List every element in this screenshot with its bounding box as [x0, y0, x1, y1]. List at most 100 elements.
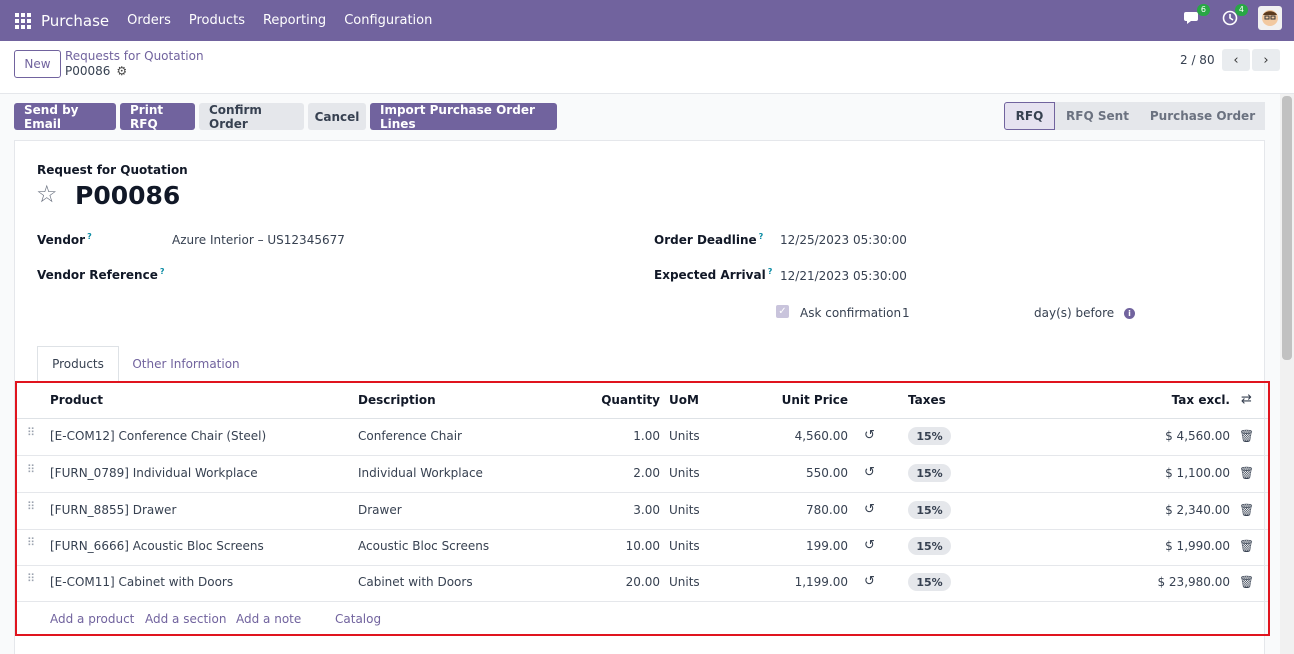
order-lines-table: Product Description Quantity UoM Unit Pr… [15, 381, 1270, 636]
tax-badge[interactable]: 15% [908, 464, 951, 482]
send-by-email-button[interactable]: Send by Email [14, 103, 116, 131]
user-avatar-icon[interactable] [1258, 6, 1282, 30]
drag-handle-icon[interactable]: ⠿ [27, 501, 35, 512]
menu-configuration[interactable]: Configuration [344, 13, 432, 28]
apps-menu-icon[interactable] [15, 12, 31, 29]
row-unit-price[interactable]: 1,199.00 [757, 575, 848, 589]
pager-value[interactable]: 2 / 80 [1180, 53, 1215, 67]
import-lines-button[interactable]: Import Purchase Order Lines [370, 103, 557, 131]
confirm-order-button[interactable]: Confirm Order [199, 103, 304, 131]
row-product[interactable]: [E-COM11] Cabinet with Doors [50, 575, 233, 589]
table-row[interactable]: ⠿ [FURN_8855] Drawer Drawer 3.00 Units 7… [17, 493, 1268, 530]
row-description[interactable]: Drawer [358, 503, 402, 517]
add-product-link[interactable]: Add a product [50, 612, 134, 626]
menu-products[interactable]: Products [189, 13, 245, 28]
row-uom[interactable]: Units [669, 466, 700, 480]
tax-badge[interactable]: 15% [908, 427, 951, 445]
reset-price-icon[interactable]: ↺ [864, 428, 875, 443]
stage-rfq[interactable]: RFQ [1004, 102, 1055, 130]
row-unit-price[interactable]: 780.00 [757, 503, 848, 517]
print-rfq-button[interactable]: Print RFQ [120, 103, 195, 131]
drag-handle-icon[interactable]: ⠿ [27, 537, 35, 548]
header-tax-excl[interactable]: Tax excl. [1117, 393, 1230, 407]
tax-badge[interactable]: 15% [908, 537, 951, 555]
trash-icon[interactable]: 🗑 [1239, 539, 1254, 553]
vendor-field[interactable]: Azure Interior – US12345677 [172, 233, 345, 247]
tab-other-information[interactable]: Other Information [124, 346, 248, 382]
scrollbar-thumb[interactable] [1282, 96, 1292, 360]
catalog-link[interactable]: Catalog [335, 612, 381, 626]
row-quantity[interactable]: 1.00 [577, 429, 660, 443]
row-product[interactable]: [FURN_6666] Acoustic Bloc Screens [50, 539, 264, 553]
row-quantity[interactable]: 3.00 [577, 503, 660, 517]
add-note-link[interactable]: Add a note [236, 612, 301, 626]
ask-confirmation-checkbox[interactable]: ✓ [776, 305, 789, 318]
row-unit-price[interactable]: 4,560.00 [757, 429, 848, 443]
header-description[interactable]: Description [358, 393, 436, 407]
stage-rfq-sent[interactable]: RFQ Sent [1055, 102, 1140, 130]
row-unit-price[interactable]: 199.00 [757, 539, 848, 553]
pager-next-button[interactable]: › [1252, 49, 1280, 71]
activities-icon[interactable]: 4 [1220, 4, 1248, 28]
trash-icon[interactable]: 🗑 [1239, 429, 1254, 443]
info-icon[interactable]: i [1124, 308, 1135, 319]
row-product[interactable]: [E-COM12] Conference Chair (Steel) [50, 429, 266, 443]
star-icon[interactable]: ☆ [36, 181, 58, 207]
chevron-left-icon: ‹ [1233, 52, 1239, 68]
cancel-button[interactable]: Cancel [308, 103, 366, 130]
table-row[interactable]: ⠿ [E-COM12] Conference Chair (Steel) Con… [17, 419, 1268, 456]
tab-products[interactable]: Products [37, 346, 119, 382]
row-description[interactable]: Acoustic Bloc Screens [358, 539, 489, 553]
header-unit-price[interactable]: Unit Price [757, 393, 848, 407]
status-bar: RFQ RFQ Sent Purchase Order [1004, 102, 1265, 130]
reset-price-icon[interactable]: ↺ [864, 465, 875, 480]
gear-icon[interactable]: ⚙ [116, 64, 127, 78]
expected-arrival-field[interactable]: 12/21/2023 05:30:00 [780, 269, 907, 283]
optional-columns-icon[interactable]: ⇄ [1241, 392, 1252, 407]
row-uom[interactable]: Units [669, 503, 700, 517]
messages-icon[interactable]: 6 [1182, 4, 1210, 28]
menu-reporting[interactable]: Reporting [263, 13, 326, 28]
tax-badge[interactable]: 15% [908, 501, 951, 519]
row-uom[interactable]: Units [669, 539, 700, 553]
row-description[interactable]: Conference Chair [358, 429, 462, 443]
row-quantity[interactable]: 2.00 [577, 466, 660, 480]
header-uom[interactable]: UoM [669, 393, 699, 407]
reset-price-icon[interactable]: ↺ [864, 538, 875, 553]
pager-previous-button[interactable]: ‹ [1222, 49, 1250, 71]
row-product[interactable]: [FURN_0789] Individual Workplace [50, 466, 258, 480]
reset-price-icon[interactable]: ↺ [864, 574, 875, 589]
add-section-link[interactable]: Add a section [145, 612, 226, 626]
table-row[interactable]: ⠿ [E-COM11] Cabinet with Doors Cabinet w… [17, 565, 1268, 602]
drag-handle-icon[interactable]: ⠿ [27, 427, 35, 438]
drag-handle-icon[interactable]: ⠿ [27, 464, 35, 475]
trash-icon[interactable]: 🗑 [1239, 503, 1254, 517]
trash-icon[interactable]: 🗑 [1239, 466, 1254, 480]
ask-confirmation-label: Ask confirmation [800, 306, 902, 320]
trash-icon[interactable]: 🗑 [1239, 575, 1254, 589]
row-product[interactable]: [FURN_8855] Drawer [50, 503, 176, 517]
reminder-days-field[interactable]: 1 [902, 306, 910, 320]
table-row[interactable]: ⠿ [FURN_0789] Individual Workplace Indiv… [17, 456, 1268, 493]
app-name[interactable]: Purchase [41, 12, 109, 30]
header-quantity[interactable]: Quantity [577, 393, 660, 407]
row-uom[interactable]: Units [669, 575, 700, 589]
row-quantity[interactable]: 20.00 [577, 575, 660, 589]
drag-handle-icon[interactable]: ⠿ [27, 573, 35, 584]
row-quantity[interactable]: 10.00 [577, 539, 660, 553]
reset-price-icon[interactable]: ↺ [864, 502, 875, 517]
order-deadline-field[interactable]: 12/25/2023 05:30:00 [780, 233, 907, 247]
row-unit-price[interactable]: 550.00 [757, 466, 848, 480]
breadcrumb-rfq[interactable]: Requests for Quotation [65, 49, 204, 63]
header-taxes[interactable]: Taxes [908, 393, 946, 407]
header-product[interactable]: Product [50, 393, 103, 407]
tax-badge[interactable]: 15% [908, 573, 951, 591]
row-uom[interactable]: Units [669, 429, 700, 443]
menu-orders[interactable]: Orders [127, 13, 171, 28]
row-description[interactable]: Individual Workplace [358, 466, 483, 480]
stage-purchase-order[interactable]: Purchase Order [1140, 102, 1265, 130]
row-subtotal: $ 1,100.00 [1165, 466, 1230, 480]
table-row[interactable]: ⠿ [FURN_6666] Acoustic Bloc Screens Acou… [17, 529, 1268, 566]
row-description[interactable]: Cabinet with Doors [358, 575, 473, 589]
new-button[interactable]: New [14, 50, 61, 78]
